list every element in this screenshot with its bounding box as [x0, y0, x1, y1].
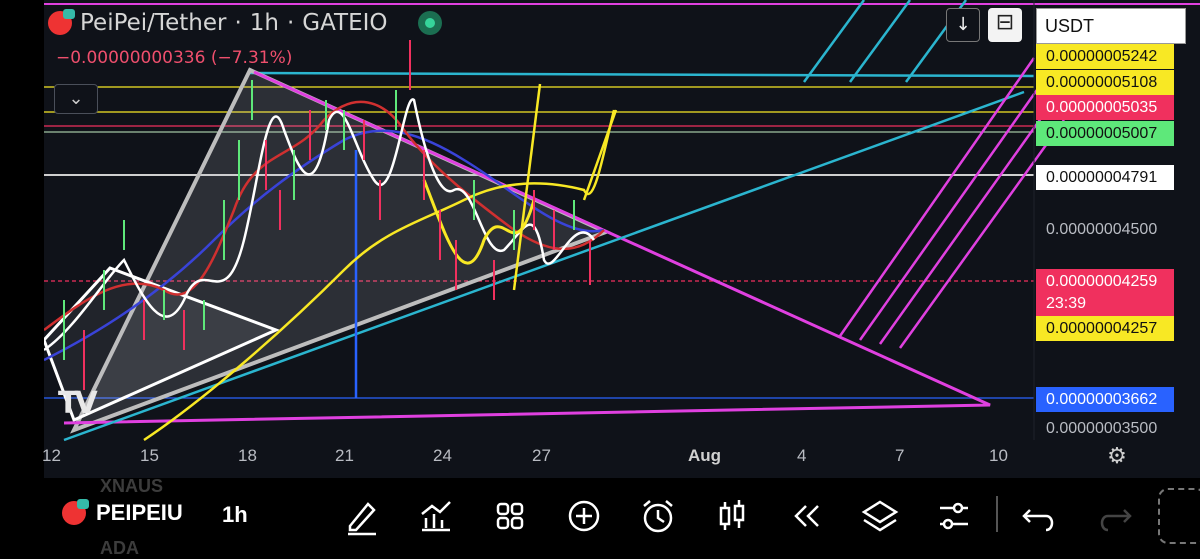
- price-label: 0.00000005242: [1036, 44, 1174, 69]
- cyan-fan-2: [848, 0, 912, 83]
- chart-header[interactable]: PeiPei/Tether · 1h · GATEIO: [48, 9, 442, 36]
- time-tick-label: 15: [140, 446, 159, 465]
- time-tick-label: 18: [238, 446, 257, 465]
- interval-selector[interactable]: 1h: [222, 502, 248, 528]
- time-tick-label: 27: [532, 446, 551, 465]
- chart-settings-button[interactable]: ⚙: [1104, 444, 1130, 470]
- candles-icon[interactable]: [712, 496, 752, 536]
- market-open-status-icon: [417, 11, 442, 35]
- peipei-logo-icon: [62, 499, 89, 525]
- price-label: 0.00000005108: [1036, 70, 1174, 95]
- chevron-down-icon: ⌄: [68, 88, 84, 109]
- symbol-label: PEIPEIU: [96, 500, 183, 525]
- price-label: 0.00000004500: [1046, 221, 1158, 238]
- price-change: −0.00000000336 (−7.31%): [56, 48, 293, 68]
- price-label: 23:39: [1036, 291, 1174, 316]
- download-button[interactable]: ↓: [946, 8, 980, 42]
- time-tick-label: 12: [42, 446, 61, 465]
- time-tick-label: 24: [433, 446, 452, 465]
- time-tick-label: 21: [335, 446, 354, 465]
- pencil-icon[interactable]: [342, 496, 382, 536]
- alarm-icon[interactable]: [638, 496, 678, 536]
- toolbar-separator: [996, 496, 998, 532]
- price-label: 0.00000005007: [1036, 121, 1174, 146]
- fullscreen-button[interactable]: [1158, 488, 1200, 544]
- indicators-icon[interactable]: [416, 496, 456, 536]
- symbol-selector[interactable]: PEIPEIU: [62, 499, 183, 526]
- symbol-ghost-above: XNAUS: [100, 476, 164, 496]
- plus-circle-icon[interactable]: [564, 496, 604, 536]
- snapshot-button[interactable]: ⊟: [988, 8, 1022, 42]
- header-separator: ·: [286, 10, 295, 36]
- symbol-ghost-below: ADA: [100, 538, 139, 558]
- arrow-down-icon: ↓: [955, 14, 971, 35]
- cyan-fan-1: [802, 0, 866, 83]
- gear-icon: ⚙: [1107, 444, 1127, 469]
- price-chart[interactable]: [44, 0, 1200, 478]
- grid-icon[interactable]: [490, 496, 530, 536]
- time-tick-label: Aug: [688, 446, 722, 465]
- magenta-channel-3: [878, 99, 1056, 345]
- cyan-resistance-line: [249, 71, 1035, 78]
- time-tick-label: 4: [797, 446, 807, 465]
- snapshot-icon: ⊟: [995, 10, 1015, 35]
- layers-icon[interactable]: [860, 496, 900, 536]
- collapse-legend-button[interactable]: ⌄: [54, 84, 98, 114]
- yellow-leg-2: [582, 109, 618, 201]
- price-label: 0.00000004257: [1036, 316, 1174, 341]
- chart-drawings: [44, 0, 1200, 442]
- price-label: 0.00000004791: [1036, 165, 1174, 190]
- pair-name: PeiPei/Tether: [80, 10, 227, 36]
- interval-label: 1h: [249, 10, 279, 36]
- trading-app: PeiPei/Tether · 1h · GATEIO −0.000000003…: [0, 0, 1200, 558]
- replay-icon[interactable]: [786, 496, 826, 536]
- undo-icon[interactable]: [1020, 496, 1060, 536]
- time-tick-label: 7: [895, 446, 905, 465]
- price-label: 0.00000003662: [1036, 387, 1174, 412]
- settings-sliders-icon[interactable]: [934, 496, 974, 536]
- header-separator: ·: [234, 10, 242, 36]
- exchange-label: GATEIO: [302, 10, 388, 36]
- peipei-logo-icon: [48, 9, 75, 35]
- redo-icon[interactable]: [1094, 496, 1134, 536]
- price-label: 0.00000005035: [1036, 95, 1174, 120]
- time-tick-label: 10: [989, 446, 1008, 465]
- tradingview-watermark: TV: [58, 386, 98, 421]
- price-label: 0.00000003500: [1046, 420, 1158, 437]
- magenta-channel-1: [838, 57, 1036, 337]
- currency-select[interactable]: USDT: [1036, 8, 1186, 44]
